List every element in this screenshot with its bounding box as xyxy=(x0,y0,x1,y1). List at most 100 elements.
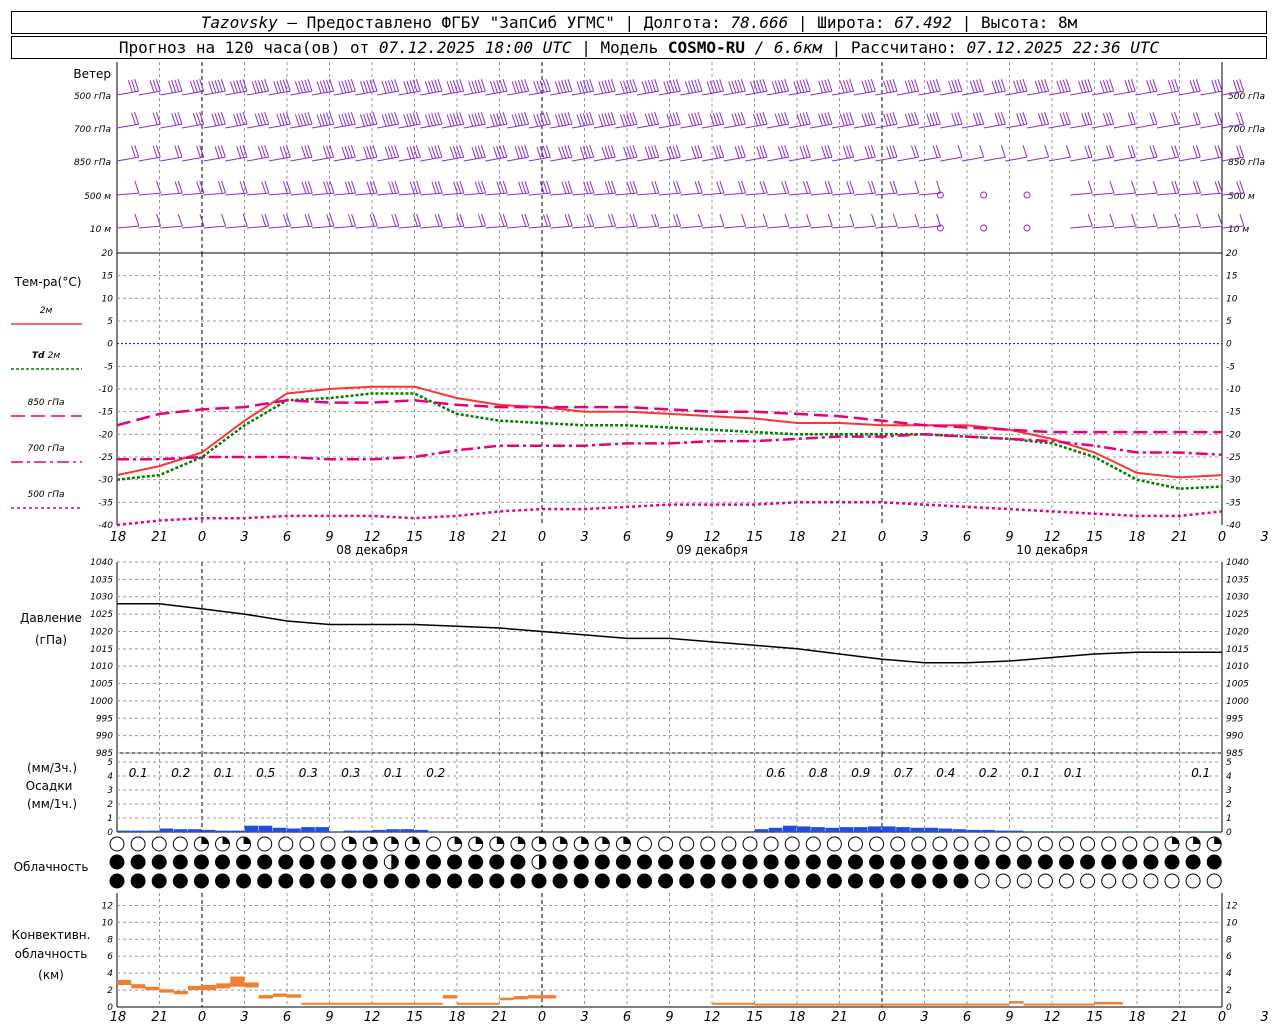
wind-barb-feather xyxy=(740,145,746,158)
wind-barb-feather xyxy=(842,146,848,159)
wind-barb-feather xyxy=(261,112,266,125)
wind-barb-feather xyxy=(285,79,291,92)
wind-barb-feather xyxy=(644,80,650,94)
cloud-overcast xyxy=(447,854,463,870)
wind-barb-feather xyxy=(904,80,910,94)
wind-barb-feather xyxy=(564,112,570,125)
precip-bar xyxy=(1066,831,1080,832)
precip-bar xyxy=(952,829,967,832)
wind-barb-feather xyxy=(1214,79,1220,92)
wind-calm xyxy=(1023,224,1031,232)
cloud-overcast xyxy=(826,854,842,870)
wind-barb-feather xyxy=(1044,79,1050,92)
precip-bar xyxy=(216,830,230,832)
wind-barb-feather xyxy=(654,112,660,125)
time-tick-lower: 12 xyxy=(1044,1010,1061,1024)
wind-barb-feather xyxy=(474,80,480,93)
wind-barb-feather xyxy=(347,112,353,125)
cloud-overcast xyxy=(953,873,969,889)
precip-3h-total: 0.6 xyxy=(766,766,785,780)
wind-barb-feather xyxy=(403,114,409,127)
precip-bar xyxy=(244,825,259,832)
conv-cloud-bar xyxy=(216,983,231,989)
wind-barb-feather xyxy=(1236,79,1241,92)
cloud-clear xyxy=(320,836,336,852)
time-tick-lower: 0 xyxy=(1218,1010,1226,1024)
wind-barb-staff xyxy=(723,225,746,229)
wind-barb-feather xyxy=(781,112,786,125)
cloud-overcast xyxy=(1185,854,1201,870)
wind-barb-feather xyxy=(1019,112,1025,125)
cloud-clear xyxy=(257,836,273,852)
wind-barb-feather xyxy=(387,146,393,159)
wind-barb-feather xyxy=(242,213,248,227)
cloud-overcast xyxy=(341,854,357,870)
wind-barb-feather xyxy=(545,145,551,158)
precip-bar xyxy=(853,827,868,832)
wind-barb-staff xyxy=(1091,192,1114,196)
wind-barb-feather xyxy=(174,145,180,158)
wind-barb-staff xyxy=(1070,225,1093,229)
cloud-overcast xyxy=(658,873,674,889)
wind-barb-feather xyxy=(294,81,300,94)
wind-barb-feather xyxy=(576,81,582,94)
cloud-clear xyxy=(1122,836,1138,852)
wind-barb-feather xyxy=(737,145,743,158)
wind-barb-feather xyxy=(802,145,808,158)
time-tick-upper: 15 xyxy=(746,530,763,545)
wind-barb-feather xyxy=(892,213,898,227)
precip-title: Осадки xyxy=(26,779,73,793)
wind-barb-feather xyxy=(1102,80,1108,93)
wind-barb-feather xyxy=(431,146,437,159)
wind-barb-feather xyxy=(666,113,672,127)
wind-barb-feather xyxy=(174,112,180,125)
wind-barb-feather xyxy=(610,145,616,158)
wind-barb-feather xyxy=(579,146,585,160)
wind-barb-feather xyxy=(781,145,786,158)
wind-barb-feather xyxy=(734,146,740,159)
precip-3h-total: 0.2 xyxy=(979,766,998,780)
wind-barb-feather xyxy=(412,79,418,92)
wind-barb-feather xyxy=(1109,180,1115,194)
wind-barb-feather xyxy=(1034,80,1040,94)
cloud-scattered-fill xyxy=(560,837,568,844)
conv-cloud-bar xyxy=(230,976,245,987)
wind-barb-feather xyxy=(208,81,214,94)
wind-barb-feather xyxy=(1195,145,1201,158)
cloud-overcast xyxy=(679,854,695,870)
time-tick-upper: 6 xyxy=(283,530,291,545)
wind-barb-feather xyxy=(932,145,938,158)
cloud-title: Облачность xyxy=(14,860,89,874)
temp-ytick-right: 0 xyxy=(1226,340,1232,350)
wind-barb-feather xyxy=(799,146,805,159)
wind-barb-staff xyxy=(701,225,724,229)
precip-bar xyxy=(1023,831,1038,832)
wind-barb-feather xyxy=(1130,145,1136,158)
wind-barb-feather xyxy=(697,145,703,158)
wind-barb-feather xyxy=(449,80,455,94)
wind-barb-feather xyxy=(471,146,477,160)
wind-barb-feather xyxy=(474,146,480,159)
precip-bar xyxy=(882,826,896,832)
conv-cloud-bar xyxy=(187,985,202,991)
precip-bar xyxy=(485,831,499,832)
wind-barb-feather xyxy=(431,113,437,126)
wind-barb-feather xyxy=(675,112,681,125)
cloud-overcast xyxy=(1122,854,1138,870)
wind-calm xyxy=(1023,191,1031,199)
wind-barb-feather xyxy=(759,79,765,92)
wind-barb-feather xyxy=(579,80,585,94)
conv-cloud-bar xyxy=(542,995,557,999)
cloud-overcast xyxy=(1101,854,1117,870)
wind-barb-feather xyxy=(149,80,155,93)
wind-barb-feather xyxy=(363,146,369,160)
cloud-overcast xyxy=(130,873,146,889)
wind-barb-staff xyxy=(138,225,161,229)
wind-barb-feather xyxy=(177,213,183,227)
wind-barb-feather xyxy=(697,213,703,227)
wind-barb-staff xyxy=(788,225,811,229)
wind-barb-feather xyxy=(1211,80,1217,93)
wind-barb-feather xyxy=(480,145,486,158)
wind-barb-feather xyxy=(741,213,747,227)
wind-barb-feather xyxy=(261,145,266,158)
